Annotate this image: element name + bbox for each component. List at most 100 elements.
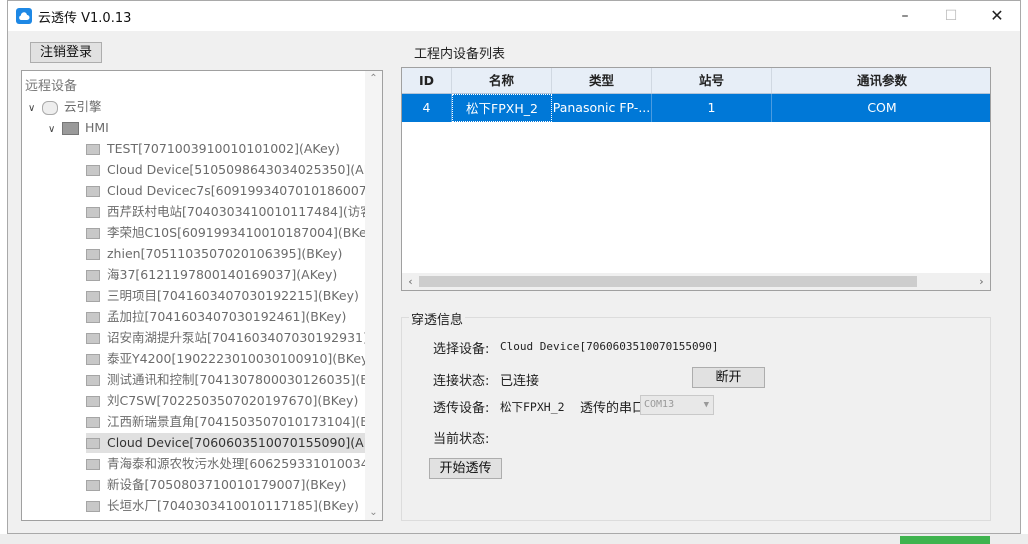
tree-node-label: 云引擎 <box>64 99 102 114</box>
device-icon <box>86 312 100 323</box>
serial-port-label: 透传的串口 <box>580 401 646 416</box>
tree-header: 远程设备 <box>25 79 78 94</box>
current-status-label: 当前状态: <box>433 432 490 447</box>
tree-device-item[interactable]: 江西新瑞景直角[7041503507010173104](B... <box>86 412 366 432</box>
grid-header: ID 名称 类型 站号 通讯参数 <box>402 68 990 94</box>
scroll-thumb[interactable] <box>419 276 917 287</box>
serial-port-value: COM13 <box>644 399 675 410</box>
cell-name[interactable]: 松下FPXH_2 <box>452 94 552 122</box>
window-title: 云透传 V1.0.13 <box>38 11 132 26</box>
tree-device-item[interactable]: 青海泰和源农牧污水处理[606259331010034... <box>86 454 366 474</box>
tree-device-label: zhien[7051103507020106395](BKey) <box>107 246 343 261</box>
tree-node-cloud-engine[interactable]: ∨ 云引擎 <box>28 97 102 117</box>
tree-device-item[interactable]: 诏安南湖提升泵站[7041603407030192931](... <box>86 328 366 348</box>
remote-device-tree[interactable]: 远程设备 ∨ 云引擎 ∨ HMI TEST[7071003910010101002]… <box>21 70 383 521</box>
device-icon <box>86 354 100 365</box>
tree-device-label: Cloud Devicec7s[6091993407010186007](... <box>107 183 366 198</box>
column-header-comm[interactable]: 通讯参数 <box>772 68 990 93</box>
minimize-button[interactable]: – <box>882 1 928 31</box>
tree-device-label: 新设备[7050803710010179007](BKey) <box>107 477 347 492</box>
tree-device-item[interactable]: 孟加拉[7041603407030192461](BKey) <box>86 307 366 327</box>
cloud-app-icon <box>16 8 32 24</box>
device-icon <box>86 165 100 176</box>
tree-device-label: 海37[6121197800140169037](AKey) <box>107 267 338 282</box>
desktop-green-strip <box>900 536 990 544</box>
tree-node-hmi[interactable]: ∨ HMI <box>48 118 109 138</box>
device-icon <box>86 228 100 239</box>
tree-device-item[interactable]: 刘C7SW[7022503507020197670](BKey) <box>86 391 366 411</box>
tree-device-item[interactable]: Cloud Devicec7s[6091993407010186007](... <box>86 181 366 201</box>
device-icon <box>86 480 100 491</box>
dropdown-arrow-icon: ▼ <box>703 400 709 410</box>
hmi-icon <box>62 122 79 135</box>
scroll-right-icon[interactable]: › <box>973 273 990 290</box>
trans-device-label: 透传设备: <box>433 401 490 416</box>
tree-device-item[interactable]: 新设备[7050803710010179007](BKey) <box>86 475 366 495</box>
start-passthrough-button[interactable]: 开始透传 <box>429 458 502 479</box>
tree-node-label: HMI <box>85 120 109 135</box>
tree-device-label: 长垣水厂[7040303410010117185](BKey) <box>107 498 359 513</box>
tree-vertical-scrollbar[interactable]: ⌃ ⌄ <box>365 71 382 520</box>
scroll-left-icon[interactable]: ‹ <box>402 273 419 290</box>
scroll-down-icon[interactable]: ⌄ <box>365 507 382 518</box>
device-icon <box>86 186 100 197</box>
device-icon <box>86 249 100 260</box>
device-icon <box>86 459 100 470</box>
conn-status-value: 已连接 <box>500 374 540 389</box>
tree-device-item[interactable]: 长垣水厂[7040303410010117185](BKey) <box>86 496 366 516</box>
maximize-button[interactable]: ☐ <box>928 1 974 31</box>
tree-device-label: 青海泰和源农牧污水处理[606259331010034... <box>107 456 366 471</box>
device-icon <box>86 501 100 512</box>
column-header-id[interactable]: ID <box>402 68 452 93</box>
chevron-down-icon[interactable]: ∨ <box>48 120 62 140</box>
tree-device-label: Cloud Device[5105098643034025350](AKey) <box>107 162 366 177</box>
tree-device-item[interactable]: Cloud Device[5105098643034025350](AKey) <box>86 160 366 180</box>
device-icon <box>86 417 100 428</box>
device-icon <box>86 144 100 155</box>
device-icon <box>86 291 100 302</box>
tree-device-label: 江西新瑞景直角[7041503507010173104](B... <box>107 414 366 429</box>
column-header-station[interactable]: 站号 <box>652 68 772 93</box>
tree-device-item[interactable]: 西芹跃村电站[7040303410010117484](访客) <box>86 202 366 222</box>
disconnect-button[interactable]: 断开 <box>692 367 765 388</box>
cell-id[interactable]: 4 <box>402 94 452 122</box>
tree-device-item[interactable]: 海37[6121197800140169037](AKey) <box>86 265 366 285</box>
serial-port-select[interactable]: COM13 ▼ <box>640 395 714 415</box>
logout-button[interactable]: 注销登录 <box>30 42 102 63</box>
device-icon <box>86 333 100 344</box>
cell-station[interactable]: 1 <box>652 94 772 122</box>
tree-device-label: 泰亚Y4200[1902223010030100910](BKey) <box>107 351 366 366</box>
device-icon <box>86 438 100 449</box>
device-list-label: 工程内设备列表 <box>414 47 506 62</box>
grid-horizontal-scrollbar[interactable]: ‹ › <box>402 273 990 290</box>
tree-device-label: 诏安南湖提升泵站[7041603407030192931](... <box>107 330 366 345</box>
cell-type[interactable]: Panasonic FP-... <box>552 94 652 122</box>
tree-device-label: 刘C7SW[7022503507020197670](BKey) <box>107 393 359 408</box>
scroll-up-icon[interactable]: ⌃ <box>365 73 382 84</box>
tree-device-item[interactable]: 李荣旭C10S[6091993410010187004](BKey) <box>86 223 366 243</box>
tree-device-label: TEST[7071003910010101002](AKey) <box>107 141 340 156</box>
close-button[interactable]: ✕ <box>974 1 1020 31</box>
tree-device-item[interactable]: 测试通讯和控制[7041307800030126035](B... <box>86 370 366 390</box>
title-bar[interactable]: 云透传 V1.0.13 – ☐ ✕ <box>8 1 1020 31</box>
table-row[interactable]: 4 松下FPXH_2 Panasonic FP-... 1 COM <box>402 94 990 122</box>
column-header-type[interactable]: 类型 <box>552 68 652 93</box>
chevron-down-icon[interactable]: ∨ <box>28 99 42 119</box>
tree-device-item[interactable]: 泰亚Y4200[1902223010030100910](BKey) <box>86 349 366 369</box>
tree-device-item[interactable]: TEST[7071003910010101002](AKey) <box>86 139 366 159</box>
device-icon <box>86 207 100 218</box>
cell-comm[interactable]: COM <box>772 94 990 122</box>
device-icon <box>86 375 100 386</box>
tree-device-label: 孟加拉[7041603407030192461](BKey) <box>107 309 347 324</box>
tree-device-item[interactable]: zhien[7051103507020106395](BKey) <box>86 244 366 264</box>
cloud-icon <box>42 100 58 115</box>
device-icon <box>86 270 100 281</box>
trans-device-value: 松下FPXH_2 <box>500 400 565 414</box>
tree-device-label: 测试通讯和控制[7041307800030126035](B... <box>107 372 366 387</box>
tree-device-item[interactable]: 三明项目[7041603407030192215](BKey) <box>86 286 366 306</box>
tree-device-item[interactable]: Cloud Device[7060603510070155090](AKey) <box>86 433 366 453</box>
select-device-value: Cloud Device[7060603510070155090] <box>500 340 719 353</box>
tree-device-label: 西芹跃村电站[7040303410010117484](访客) <box>107 204 366 219</box>
device-list-grid[interactable]: ID 名称 类型 站号 通讯参数 4 松下FPXH_2 Panasonic FP… <box>401 67 991 291</box>
column-header-name[interactable]: 名称 <box>452 68 552 93</box>
